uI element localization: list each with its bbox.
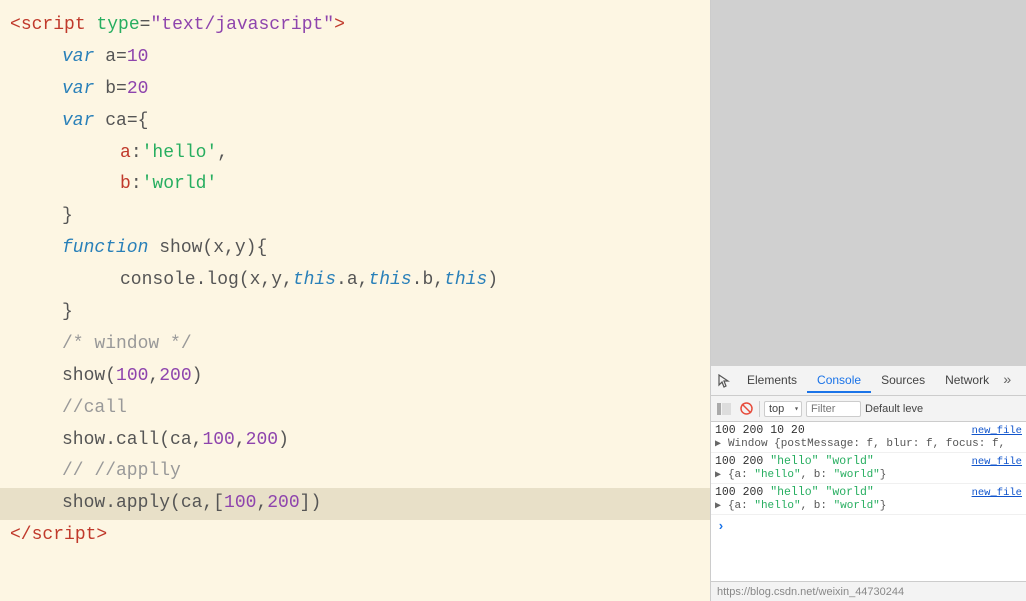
line-comment-apply: // //applly xyxy=(0,456,710,488)
console-expand-1[interactable]: ▶ Window {postMessage: f, blur: f, focus… xyxy=(715,437,1022,450)
devtools-more-tabs[interactable]: » xyxy=(999,373,1015,389)
line-show-callmethod: show.call(ca,100,200) xyxy=(0,425,710,457)
devtools-panel: Elements Console Sources Network » top ▾… xyxy=(710,0,1026,601)
inspect-icon[interactable] xyxy=(715,372,733,390)
context-selector-wrapper: top ▾ xyxy=(764,401,802,417)
line-consolelog: console.log(x,y,this.a,this.b,this) xyxy=(0,265,710,297)
console-toolbar: top ▾ Default leve xyxy=(711,396,1026,422)
console-row-1: 100 200 10 20 new_file xyxy=(715,424,1022,437)
console-expand-2[interactable]: ▶ {a: "hello", b: "world"} xyxy=(715,468,1022,481)
line-ca-b: b:'world' xyxy=(0,169,710,201)
code-panel: <script type="text/javascript">var a=10v… xyxy=(0,0,710,601)
console-link-3[interactable]: new_file xyxy=(972,487,1022,499)
console-link-2[interactable]: new_file xyxy=(972,456,1022,468)
line-ca-a: a:'hello', xyxy=(0,138,710,170)
line-func-close: } xyxy=(0,297,710,329)
console-val-1: 100 200 10 20 xyxy=(715,424,805,437)
context-select[interactable]: top xyxy=(764,401,802,417)
console-expand-3[interactable]: ▶ {a: "hello", b: "world"} xyxy=(715,499,1022,512)
tab-sources[interactable]: Sources xyxy=(871,369,935,393)
console-sidebar-icon[interactable] xyxy=(715,400,733,418)
devtools-statusbar: https://blog.csdn.net/weixin_44730244 xyxy=(711,581,1026,601)
devtools-tabs-bar: Elements Console Sources Network » xyxy=(711,366,1026,396)
line-var-a: var a=10 xyxy=(0,42,710,74)
console-prompt[interactable]: › xyxy=(711,515,1026,538)
console-entry-1: 100 200 10 20 new_file ▶ Window {postMes… xyxy=(711,422,1026,453)
line-ca-close: } xyxy=(0,201,710,233)
console-row-2: 100 200 "hello" "world" new_file xyxy=(715,455,1022,468)
line-script-close: </script> xyxy=(0,520,710,552)
tab-elements[interactable]: Elements xyxy=(737,369,807,393)
line-func-def: function show(x,y){ xyxy=(0,233,710,265)
line-comment-window: /* window */ xyxy=(0,329,710,361)
line-var-ca: var ca={ xyxy=(0,106,710,138)
statusbar-url: https://blog.csdn.net/weixin_44730244 xyxy=(717,586,904,598)
tab-network[interactable]: Network xyxy=(935,369,999,393)
filter-input[interactable] xyxy=(806,401,861,417)
console-link-1[interactable]: new_file xyxy=(972,425,1022,437)
line-script-open: <script type="text/javascript"> xyxy=(0,10,710,42)
tab-console[interactable]: Console xyxy=(807,369,871,393)
console-clear-icon[interactable] xyxy=(737,400,755,418)
console-val-2: 100 200 "hello" "world" xyxy=(715,455,874,468)
line-comment-call: //call xyxy=(0,393,710,425)
default-levels-label: Default leve xyxy=(865,403,923,415)
console-row-3: 100 200 "hello" "world" new_file xyxy=(715,486,1022,499)
console-output: 100 200 10 20 new_file ▶ Window {postMes… xyxy=(711,422,1026,581)
line-show-call: show(100,200) xyxy=(0,361,710,393)
toolbar-divider-1 xyxy=(759,401,760,417)
line-show-apply: show.apply(ca,[100,200]) xyxy=(0,488,710,520)
line-var-b: var b=20 xyxy=(0,74,710,106)
console-val-3: 100 200 "hello" "world" xyxy=(715,486,874,499)
console-entry-2: 100 200 "hello" "world" new_file ▶ {a: "… xyxy=(711,453,1026,484)
console-entry-3: 100 200 "hello" "world" new_file ▶ {a: "… xyxy=(711,484,1026,515)
devtools-top-area xyxy=(711,0,1026,366)
